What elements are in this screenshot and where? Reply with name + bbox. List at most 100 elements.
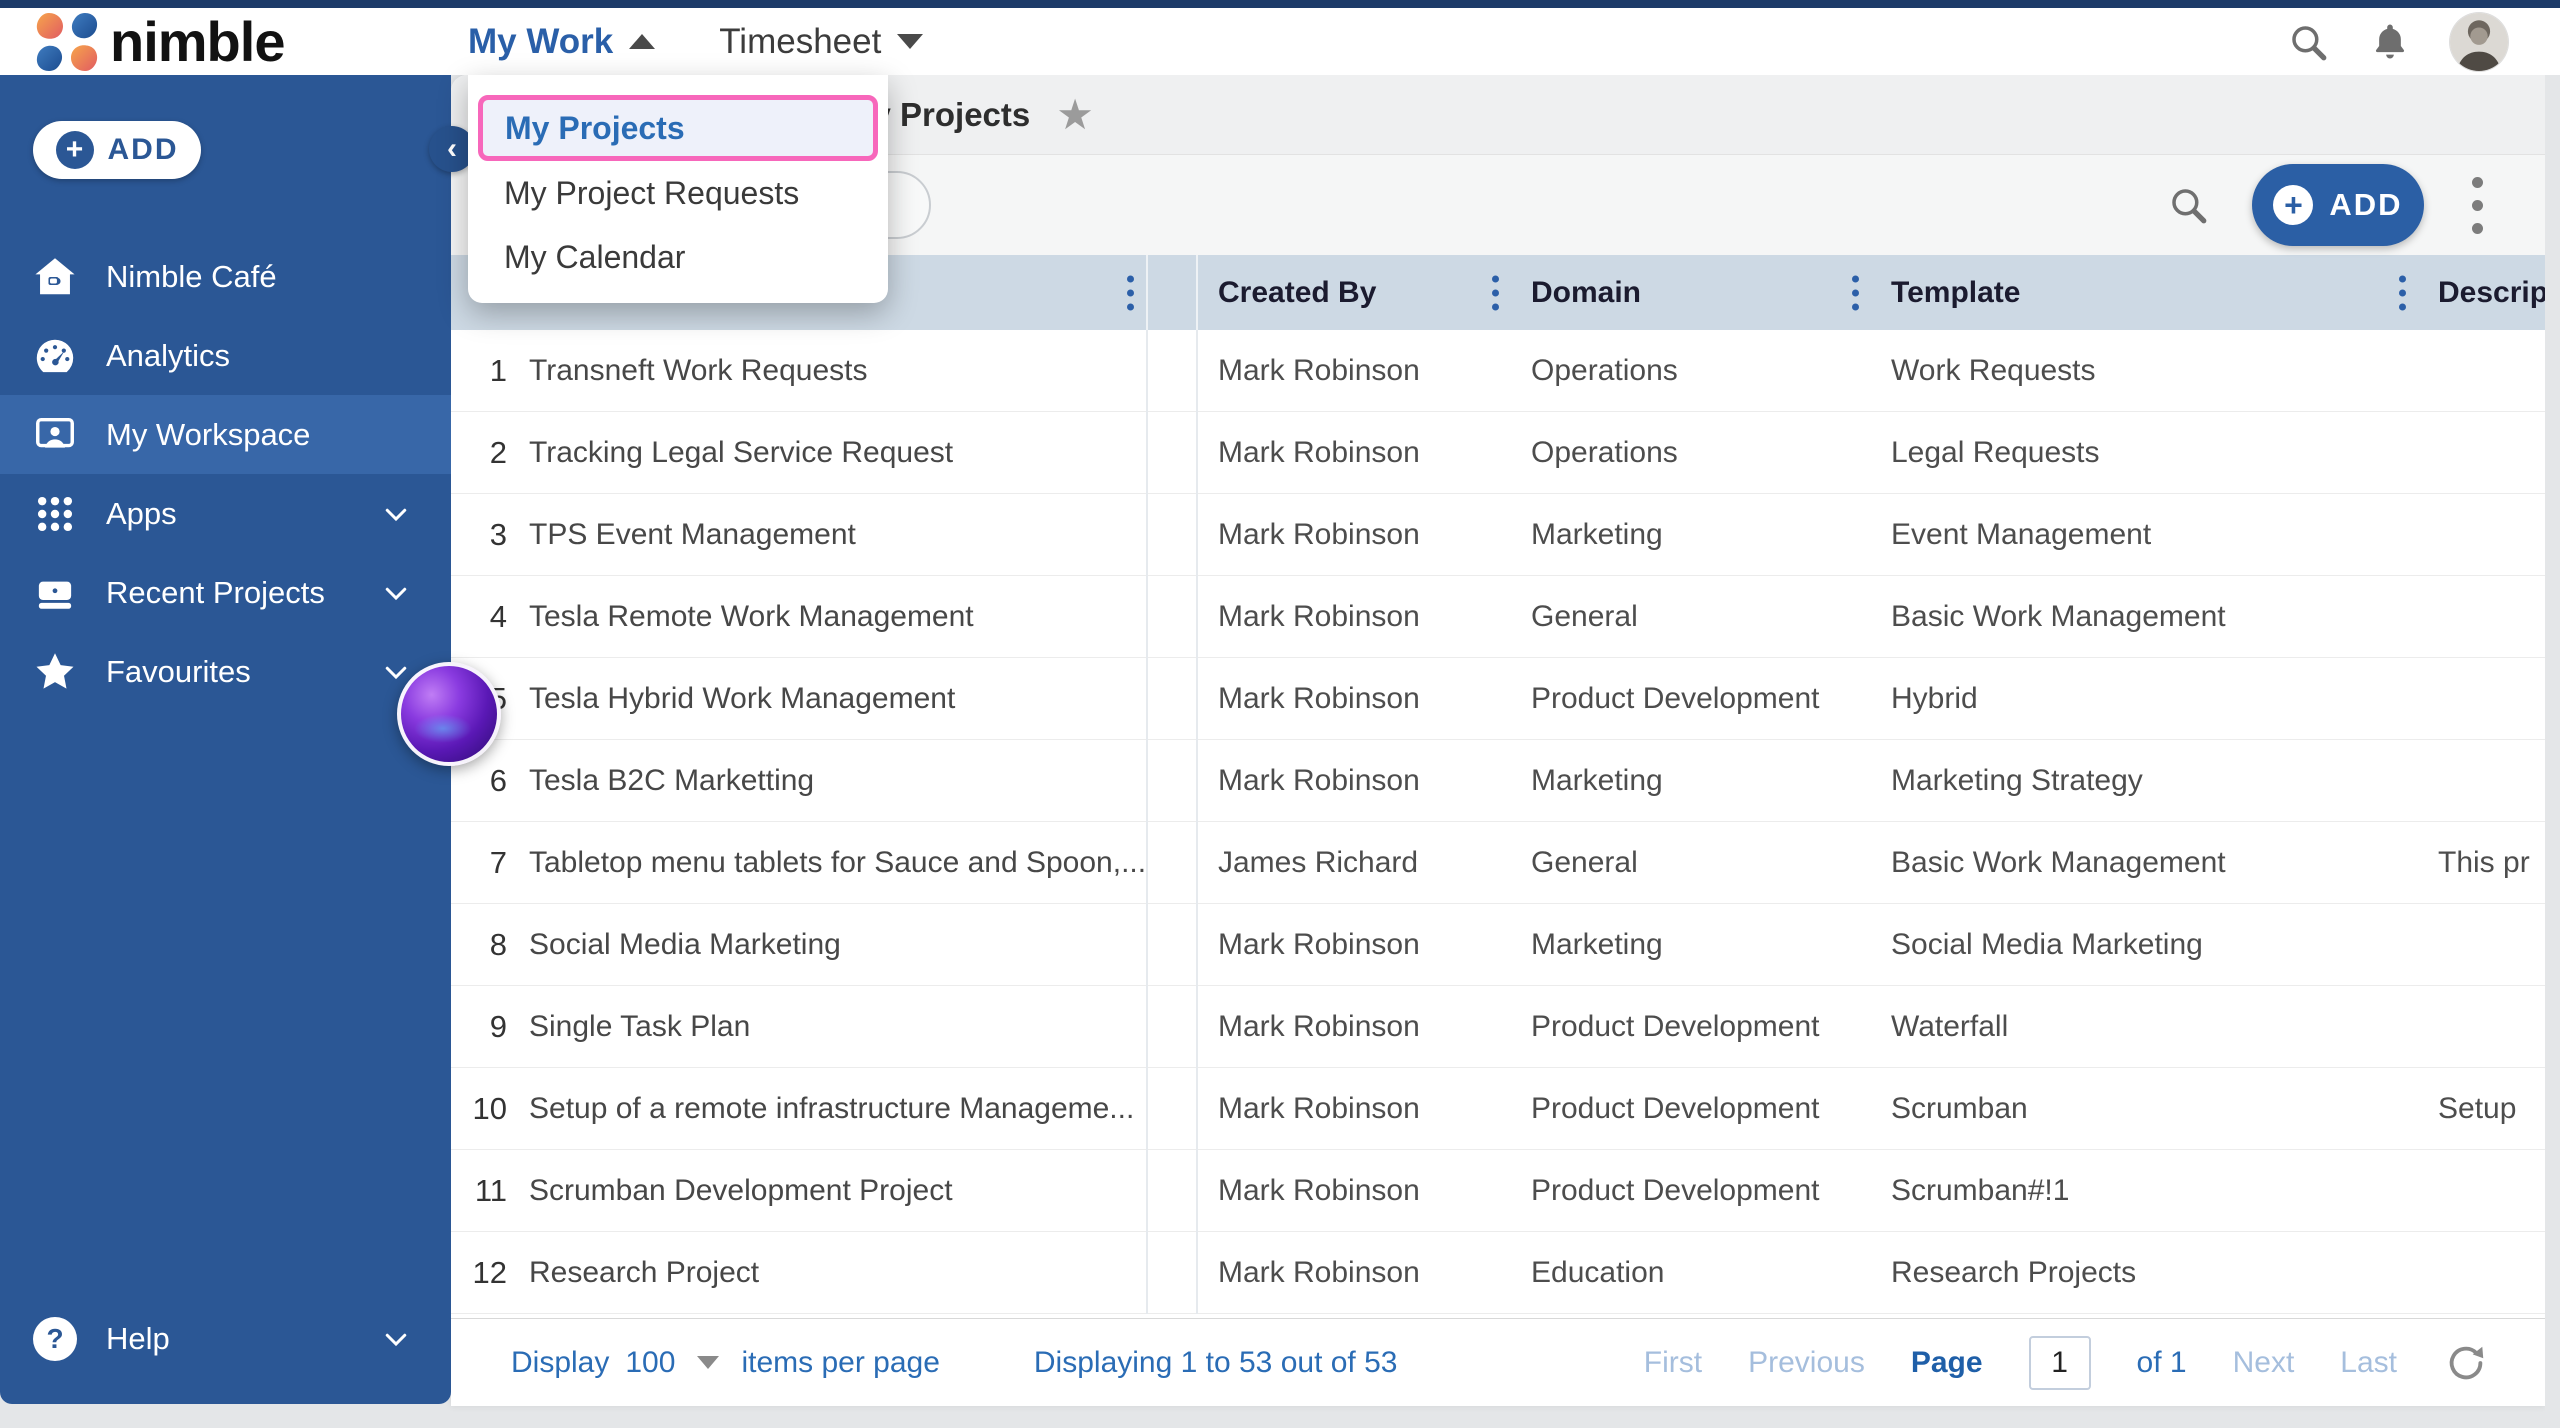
table-row[interactable]: 11 Scrumban Development Project Mark Rob… [451,1150,2545,1232]
column-menu-icon[interactable] [1127,275,1134,310]
more-options-kebab-icon[interactable] [2466,171,2489,240]
frozen-column-divider [1146,330,1198,412]
template-cell: Waterfall [1891,1010,2009,1043]
page-label: Page [1910,1345,1983,1379]
frozen-column-divider [1146,494,1198,576]
domain-cell: Education [1531,1256,1665,1289]
items-per-page-label: items per page [741,1345,940,1379]
project-name-cell[interactable]: Social Media Marketing [529,928,1146,962]
next-page-button[interactable]: Next [2233,1346,2295,1380]
domain-cell: Product Development [1531,682,1820,715]
page-background-strip [2545,75,2560,1428]
last-page-button[interactable]: Last [2340,1346,2397,1380]
first-page-button[interactable]: First [1644,1346,1702,1380]
table-row[interactable]: 1 Transneft Work Requests Mark Robinson … [451,330,2545,412]
project-name-cell[interactable]: Tracking Legal Service Request [529,436,1146,470]
project-name-cell[interactable]: Single Task Plan [529,1010,1146,1044]
template-cell: Legal Requests [1891,436,2100,469]
menu-item-my-project-requests[interactable]: My Project Requests [468,161,888,225]
column-menu-icon[interactable] [1852,275,1859,310]
project-name-cell[interactable]: Tesla Hybrid Work Management [529,682,1146,716]
table-row[interactable]: 7 Tabletop menu tablets for Sauce and Sp… [451,822,2545,904]
project-name-cell[interactable]: Setup of a remote infrastructure Managem… [529,1092,1146,1126]
sidebar-item-apps[interactable]: Apps [0,474,451,553]
page-number-input[interactable] [2028,1335,2091,1390]
project-name-cell[interactable]: Scrumban Development Project [529,1174,1146,1208]
project-name-cell[interactable]: TPS Event Management [529,518,1146,552]
top-nav: My Work Timesheet [420,21,924,62]
table-row[interactable]: 9 Single Task Plan Mark Robinson Product… [451,986,2545,1068]
frozen-column-divider [1146,658,1198,740]
search-icon[interactable] [2166,183,2210,227]
column-header-template[interactable]: Template [1871,255,2418,330]
column-menu-icon[interactable] [1492,275,1499,310]
topbar-right [2286,12,2560,71]
sidebar-item-help[interactable]: ? Help [0,1299,451,1378]
page-size-value[interactable]: 100 [625,1346,675,1380]
table-row[interactable]: 5 Tesla Hybrid Work Management Mark Robi… [451,658,2545,740]
project-name-cell[interactable]: Tesla Remote Work Management [529,600,1146,634]
star-icon [32,649,78,695]
add-project-button[interactable]: + ADD [2252,164,2424,246]
created-by-cell: Mark Robinson [1218,1174,1420,1207]
frozen-column-divider [1146,740,1198,822]
frozen-column-divider [1146,822,1198,904]
frozen-column-divider [1146,1150,1198,1232]
sidebar-item-favourites[interactable]: Favourites [0,632,451,711]
created-by-cell: Mark Robinson [1218,1256,1420,1289]
global-search-icon[interactable] [2286,20,2330,64]
project-name-cell[interactable]: Research Project [529,1256,1146,1290]
project-name-cell[interactable]: Tesla B2C Marketting [529,764,1146,798]
brand[interactable]: nimble [0,9,420,74]
column-header-description[interactable]: Description [2418,255,2545,330]
row-number: 12 [472,1255,507,1290]
toolbar-actions: + ADD [2166,164,2545,246]
previous-page-button[interactable]: Previous [1748,1346,1865,1380]
table-row[interactable]: 8 Social Media Marketing Mark Robinson M… [451,904,2545,986]
notifications-bell-icon[interactable] [2368,20,2412,64]
frozen-column-divider [1146,904,1198,986]
favourite-star-icon[interactable]: ★ [1056,93,1094,136]
table-row[interactable]: 3 TPS Event Management Mark Robinson Mar… [451,494,2545,576]
project-name-cell[interactable]: Tabletop menu tablets for Sauce and Spoo… [529,846,1146,880]
column-label: Description [2438,275,2545,309]
table-row[interactable]: 4 Tesla Remote Work Management Mark Robi… [451,576,2545,658]
domain-cell: Marketing [1531,928,1663,961]
menu-item-my-projects[interactable]: My Projects [478,95,878,161]
nav-my-work[interactable]: My Work [468,22,656,62]
sidebar: + ADD Nimble Café Analytics My Workspace… [0,75,451,1404]
nav-timesheet[interactable]: Timesheet [719,21,924,62]
refresh-icon[interactable] [2443,1340,2489,1386]
analytics-gauge-icon [32,333,78,379]
nimble-logo-icon [36,12,98,71]
table-row[interactable]: 12 Research Project Mark Robinson Educat… [451,1232,2545,1314]
table-row[interactable]: 10 Setup of a remote infrastructure Mana… [451,1068,2545,1150]
domain-cell: Operations [1531,354,1678,387]
project-name-cell[interactable]: Transneft Work Requests [529,354,1146,388]
created-by-cell: Mark Robinson [1218,682,1420,715]
column-header-domain[interactable]: Domain [1511,255,1871,330]
column-header-created-by[interactable]: Created By [1198,255,1511,330]
my-work-dropdown-menu: My Projects My Project Requests My Calen… [468,75,888,303]
menu-item-my-calendar[interactable]: My Calendar [468,225,888,289]
page-of-total-label: of 1 [2136,1345,2187,1379]
user-avatar[interactable] [2450,12,2508,71]
page-size-caret-icon[interactable] [697,1356,720,1369]
table-row[interactable]: 2 Tracking Legal Service Request Mark Ro… [451,412,2545,494]
domain-cell: Marketing [1531,764,1663,797]
sidebar-item-recent-projects[interactable]: Recent Projects [0,553,451,632]
row-number: 1 [489,353,507,388]
sidebar-item-label: Favourites [106,653,251,689]
table-row[interactable]: 6 Tesla B2C Marketting Mark Robinson Mar… [451,740,2545,822]
created-by-cell: Mark Robinson [1218,1092,1420,1125]
nav-timesheet-label: Timesheet [719,21,882,61]
sidebar-item-nimble-cafe[interactable]: Nimble Café [0,237,451,316]
chevron-down-icon [381,578,411,608]
column-menu-icon[interactable] [2399,275,2406,310]
frozen-column-divider [1146,986,1198,1068]
sidebar-item-analytics[interactable]: Analytics [0,316,451,395]
sidebar-item-my-workspace[interactable]: My Workspace [0,395,451,474]
template-cell: Scrumban#!1 [1891,1174,2070,1207]
template-cell: Basic Work Management [1891,600,2226,633]
sidebar-add-button[interactable]: + ADD [33,121,201,179]
